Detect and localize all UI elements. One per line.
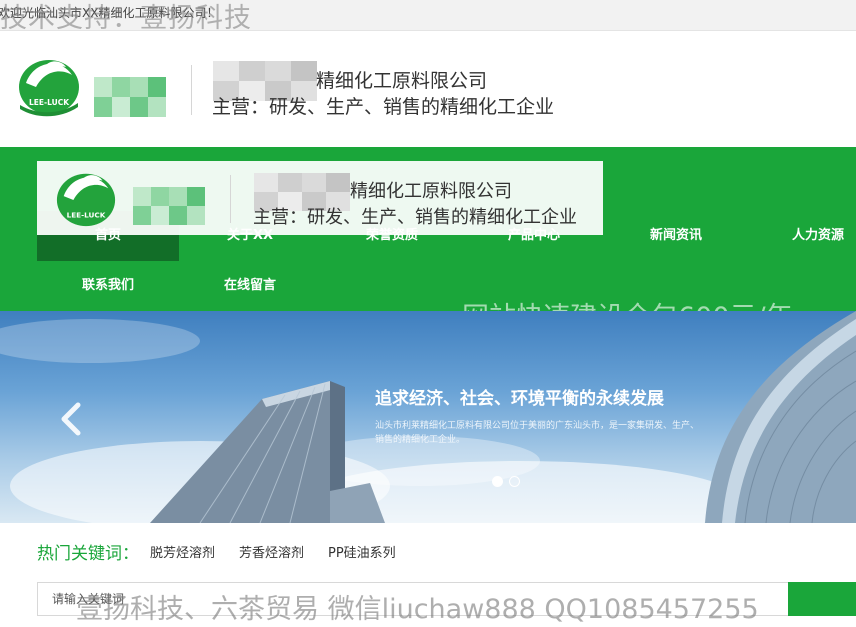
pixelated-brand-mark-overlay xyxy=(133,187,205,225)
hero-banner: 追求经济、社会、环境平衡的永续发展 汕头市利莱精细化工原料有限公司位于美丽的广东… xyxy=(0,311,856,523)
banner-title: 追求经济、社会、环境平衡的永续发展 xyxy=(375,389,664,409)
keyword-link[interactable]: PP硅油系列 xyxy=(328,542,396,561)
support-watermark: 技术支持：壹扬科技 xyxy=(0,3,252,34)
svg-text:LEE-LUCK: LEE-LUCK xyxy=(29,98,70,107)
top-bar: 欢迎光临汕头市XX精细化工原料限公司！ 技术支持：壹扬科技 xyxy=(0,0,856,34)
hot-keywords-bar: 热门关键词： 脱芳烃溶剂 芳香烃溶剂 PP硅油系列 xyxy=(0,523,856,581)
contact-watermark: 壹扬科技、六茶贸易 微信liuchaw888 QQ1085457255 xyxy=(76,594,759,625)
nav-item-contact[interactable]: 联系我们 xyxy=(37,261,179,311)
overlay-divider xyxy=(230,175,231,223)
pixelated-brand-mark xyxy=(94,77,166,117)
company-logo[interactable]: LEE-LUCK xyxy=(16,53,82,119)
slide-dot-2[interactable] xyxy=(509,476,520,487)
company-slogan: 主营：研发、生产、销售的精细化工企业 xyxy=(212,96,555,118)
company-name-overlay: 精细化工原料限公司 xyxy=(350,181,512,202)
keyword-link[interactable]: 芳香烃溶剂 xyxy=(239,542,304,561)
main-nav: 首页 关于XX 荣誉资质 产品中心 新闻资讯 人力资源 联系我们 在线留言 LE… xyxy=(0,147,856,333)
header-divider xyxy=(191,65,192,115)
nav-item-news[interactable]: 新闻资讯 xyxy=(605,211,747,261)
sticky-header-overlay: LEE-LUCK 精细化工原料限公司 主营：研发、生产、销售的精细化工企业 xyxy=(37,161,603,235)
nav-item-hr[interactable]: 人力资源 xyxy=(747,211,856,261)
svg-text:LEE-LUCK: LEE-LUCK xyxy=(67,210,106,219)
banner-description: 汕头市利莱精细化工原料有限公司位于美丽的广东汕头市，是一家集研发、生产、销售的精… xyxy=(375,421,700,445)
city-skyline-image xyxy=(0,311,856,523)
company-logo-overlay[interactable]: LEE-LUCK xyxy=(54,167,118,231)
chevron-left-icon[interactable] xyxy=(58,401,86,437)
keywords-label: 热门关键词： xyxy=(37,544,139,564)
slide-dot-1[interactable] xyxy=(492,476,503,487)
company-slogan-overlay: 主营：研发、生产、销售的精细化工企业 xyxy=(253,207,577,228)
site-header: LEE-LUCK 精细化工原料限公司 主营：研发、生产、销售的精细化工企业 xyxy=(0,31,856,147)
keyword-link[interactable]: 脱芳烃溶剂 xyxy=(150,542,215,561)
nav-item-message[interactable]: 在线留言 xyxy=(179,261,321,311)
search-button[interactable] xyxy=(788,582,856,616)
company-name: 精细化工原料限公司 xyxy=(316,70,488,92)
